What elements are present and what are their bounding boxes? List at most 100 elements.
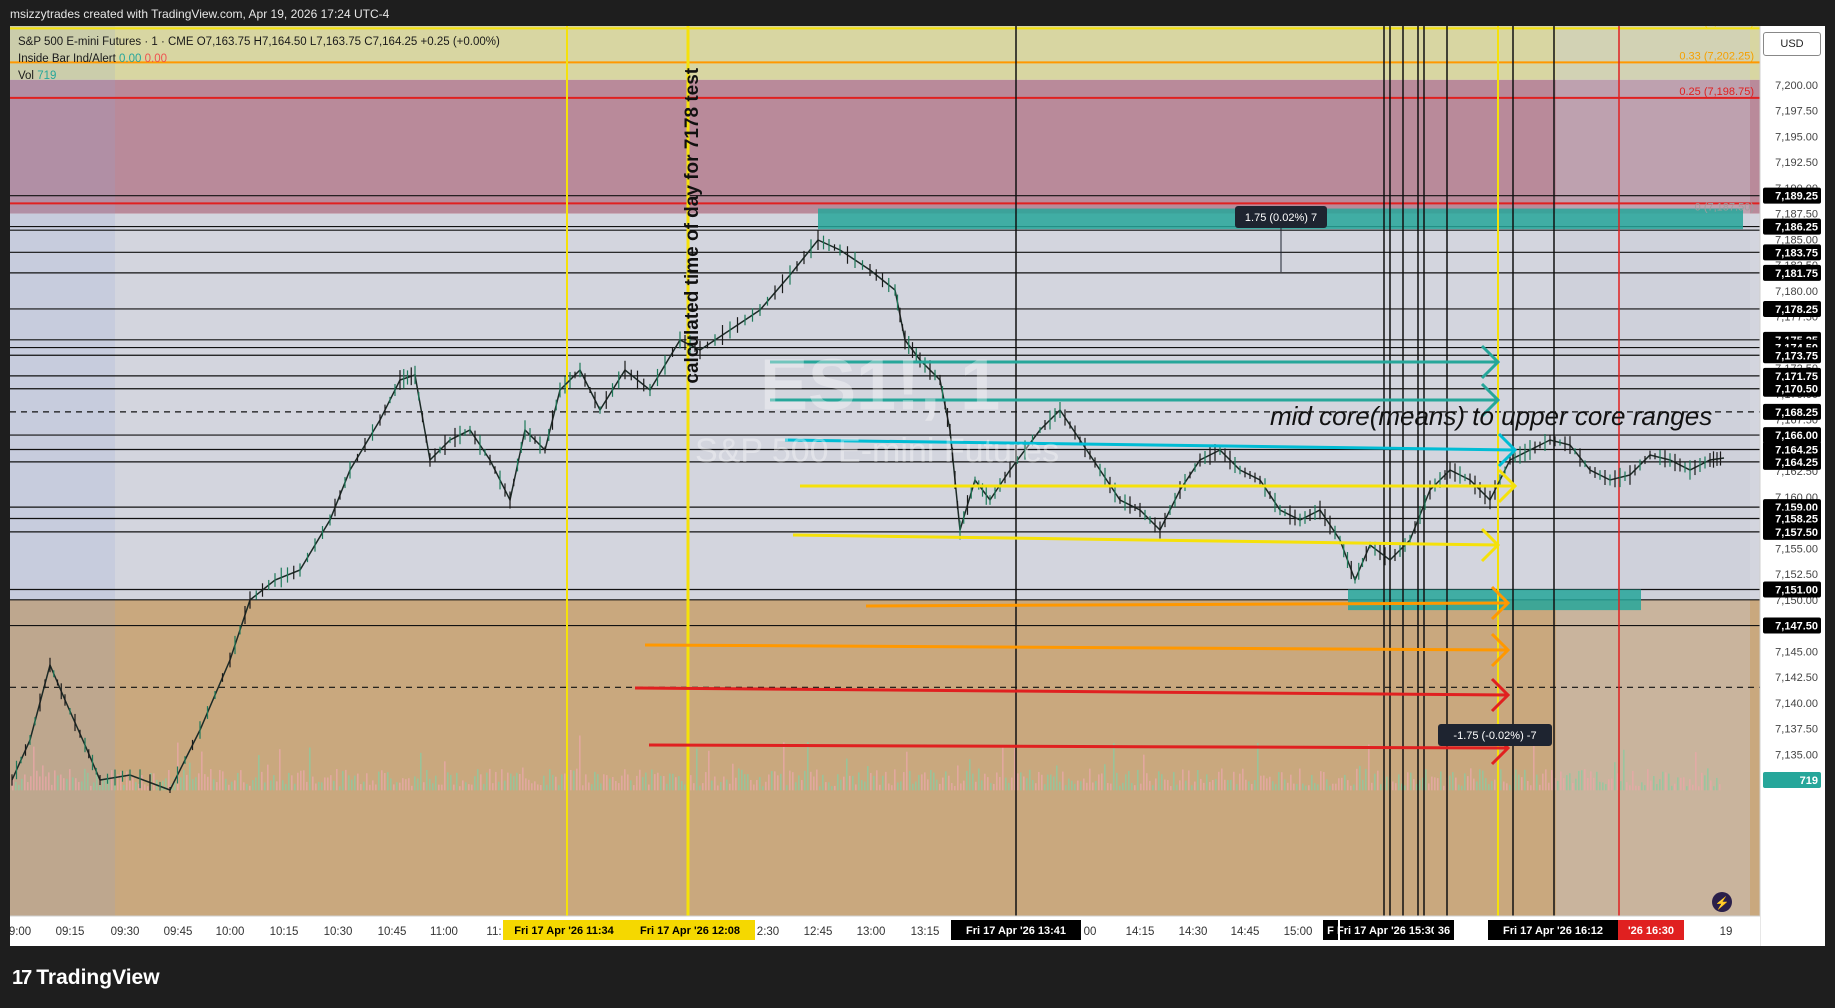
- volume-bar: [132, 777, 134, 791]
- volume-bar: [960, 783, 962, 791]
- time-tick-13: 13:15: [911, 926, 940, 938]
- volume-bar: [939, 783, 941, 791]
- time-tick-3: 09:45: [164, 926, 193, 938]
- session-shade-left: [10, 26, 115, 916]
- volume-legend[interactable]: Vol 719: [18, 68, 500, 85]
- time-tick-8: 11:00: [430, 926, 458, 938]
- volume-bar: [1476, 781, 1478, 791]
- currency-button[interactable]: USD: [1763, 32, 1821, 56]
- volume-bar: [69, 769, 71, 791]
- volume-bar: [456, 772, 458, 791]
- volume-bar: [261, 771, 263, 791]
- volume-bar: [432, 783, 434, 791]
- volume-bar: [1170, 786, 1172, 791]
- volume-bar: [1338, 778, 1340, 791]
- volume-bar: [618, 783, 620, 791]
- volume-bar: [1647, 769, 1649, 791]
- volume-bar: [138, 783, 140, 791]
- volume-bar: [1515, 769, 1517, 791]
- time-tick-2: 09:30: [111, 926, 140, 938]
- volume-bar: [216, 782, 218, 791]
- volume-bar: [771, 771, 773, 791]
- volume-bar: [246, 784, 248, 791]
- volume-bar: [1122, 782, 1124, 791]
- time-tick-7: 10:45: [378, 926, 407, 938]
- time-tick-18: 15:00: [1284, 926, 1313, 938]
- volume-bar: [318, 781, 320, 791]
- volume-bar: [366, 773, 368, 791]
- volume-bar: [534, 781, 536, 791]
- volume-bar: [1692, 784, 1694, 791]
- volume-bar: [1248, 781, 1250, 791]
- chart-canvas[interactable]: 0.4 (7,205.50) 0.33 (7,202.25) 0.25 (7,198…: [10, 26, 1825, 946]
- volume-bar: [339, 786, 341, 791]
- time-tick-4: 10:00: [216, 926, 245, 938]
- volume-bar: [1470, 768, 1472, 791]
- indicator-legend[interactable]: Inside Bar Ind/Alert 0.00 0.00: [18, 51, 500, 68]
- volume-bar: [780, 773, 782, 791]
- volume-bar: [1572, 782, 1574, 791]
- volume-bar: [354, 775, 356, 791]
- volume-bar: [111, 770, 113, 791]
- volume-bar: [651, 769, 653, 791]
- volume-bar: [420, 752, 422, 791]
- volume-bar: [1074, 783, 1076, 791]
- volume-bar: [78, 782, 80, 791]
- volume-bar: [1299, 768, 1301, 791]
- volume-bar: [1410, 772, 1412, 791]
- volume-bar: [897, 782, 899, 791]
- volume-bar: [1056, 765, 1058, 791]
- volume-bar: [48, 772, 50, 791]
- volume-bar: [126, 771, 128, 791]
- volume-bar: [489, 768, 491, 791]
- volume-bar: [39, 776, 41, 791]
- volume-bar: [411, 785, 413, 791]
- volume-bar: [1701, 772, 1703, 791]
- volume-bar: [21, 778, 23, 791]
- measure-label-up: 1.75 (0.02%) 7: [1245, 212, 1317, 224]
- volume-bar: [579, 735, 581, 791]
- volume-bar: [1008, 782, 1010, 791]
- volume-bar: [180, 777, 182, 791]
- annotation-mid-core-text: mid core(means) to upper core ranges: [1270, 401, 1712, 431]
- tradingview-logo[interactable]: 17 TradingView: [12, 966, 160, 990]
- volume-bar: [729, 783, 731, 791]
- volume-bar: [657, 772, 659, 791]
- volume-bar: [735, 777, 737, 791]
- volume-bar: [1089, 768, 1091, 791]
- volume-bar: [270, 780, 272, 791]
- volume-bar: [1668, 773, 1670, 791]
- volume-bar: [909, 770, 911, 791]
- price-label-13: 7,164.25: [1775, 457, 1818, 469]
- volume-bar: [798, 775, 800, 791]
- volume-bar: [1101, 773, 1103, 791]
- volume-bar: [465, 782, 467, 791]
- volume-bar: [594, 771, 596, 791]
- volume-bar: [1467, 776, 1469, 791]
- volume-bar: [1146, 773, 1148, 791]
- volume-bar: [1494, 779, 1496, 791]
- volume-bar: [669, 773, 671, 791]
- time-tick-15: 14:15: [1126, 926, 1155, 938]
- volume-bar: [72, 777, 74, 791]
- volume-bar: [933, 772, 935, 791]
- volume-bar: [255, 777, 257, 791]
- volume-bar: [576, 768, 578, 791]
- volume-bar: [1650, 780, 1652, 791]
- volume-bar: [1407, 772, 1409, 791]
- volume-bar: [195, 777, 197, 791]
- volume-bar: [300, 770, 302, 791]
- volume-bar: [1293, 783, 1295, 791]
- volume-bar: [1065, 785, 1067, 791]
- volume-bar: [714, 776, 716, 791]
- volume-bar: [309, 747, 311, 791]
- volume-bar: [1671, 785, 1673, 791]
- symbol-legend[interactable]: S&P 500 E-mini Futures · 1 · CME O7,163.…: [18, 34, 500, 51]
- volume-bar: [1548, 782, 1550, 791]
- volume-bar: [1311, 774, 1313, 791]
- volume-bar: [585, 774, 587, 791]
- volume-bar: [1428, 783, 1430, 791]
- price-label-10: 7,168.25: [1775, 407, 1818, 419]
- chart-frame[interactable]: 0.4 (7,205.50) 0.33 (7,202.25) 0.25 (7,198…: [10, 26, 1825, 946]
- volume-bar: [768, 774, 770, 791]
